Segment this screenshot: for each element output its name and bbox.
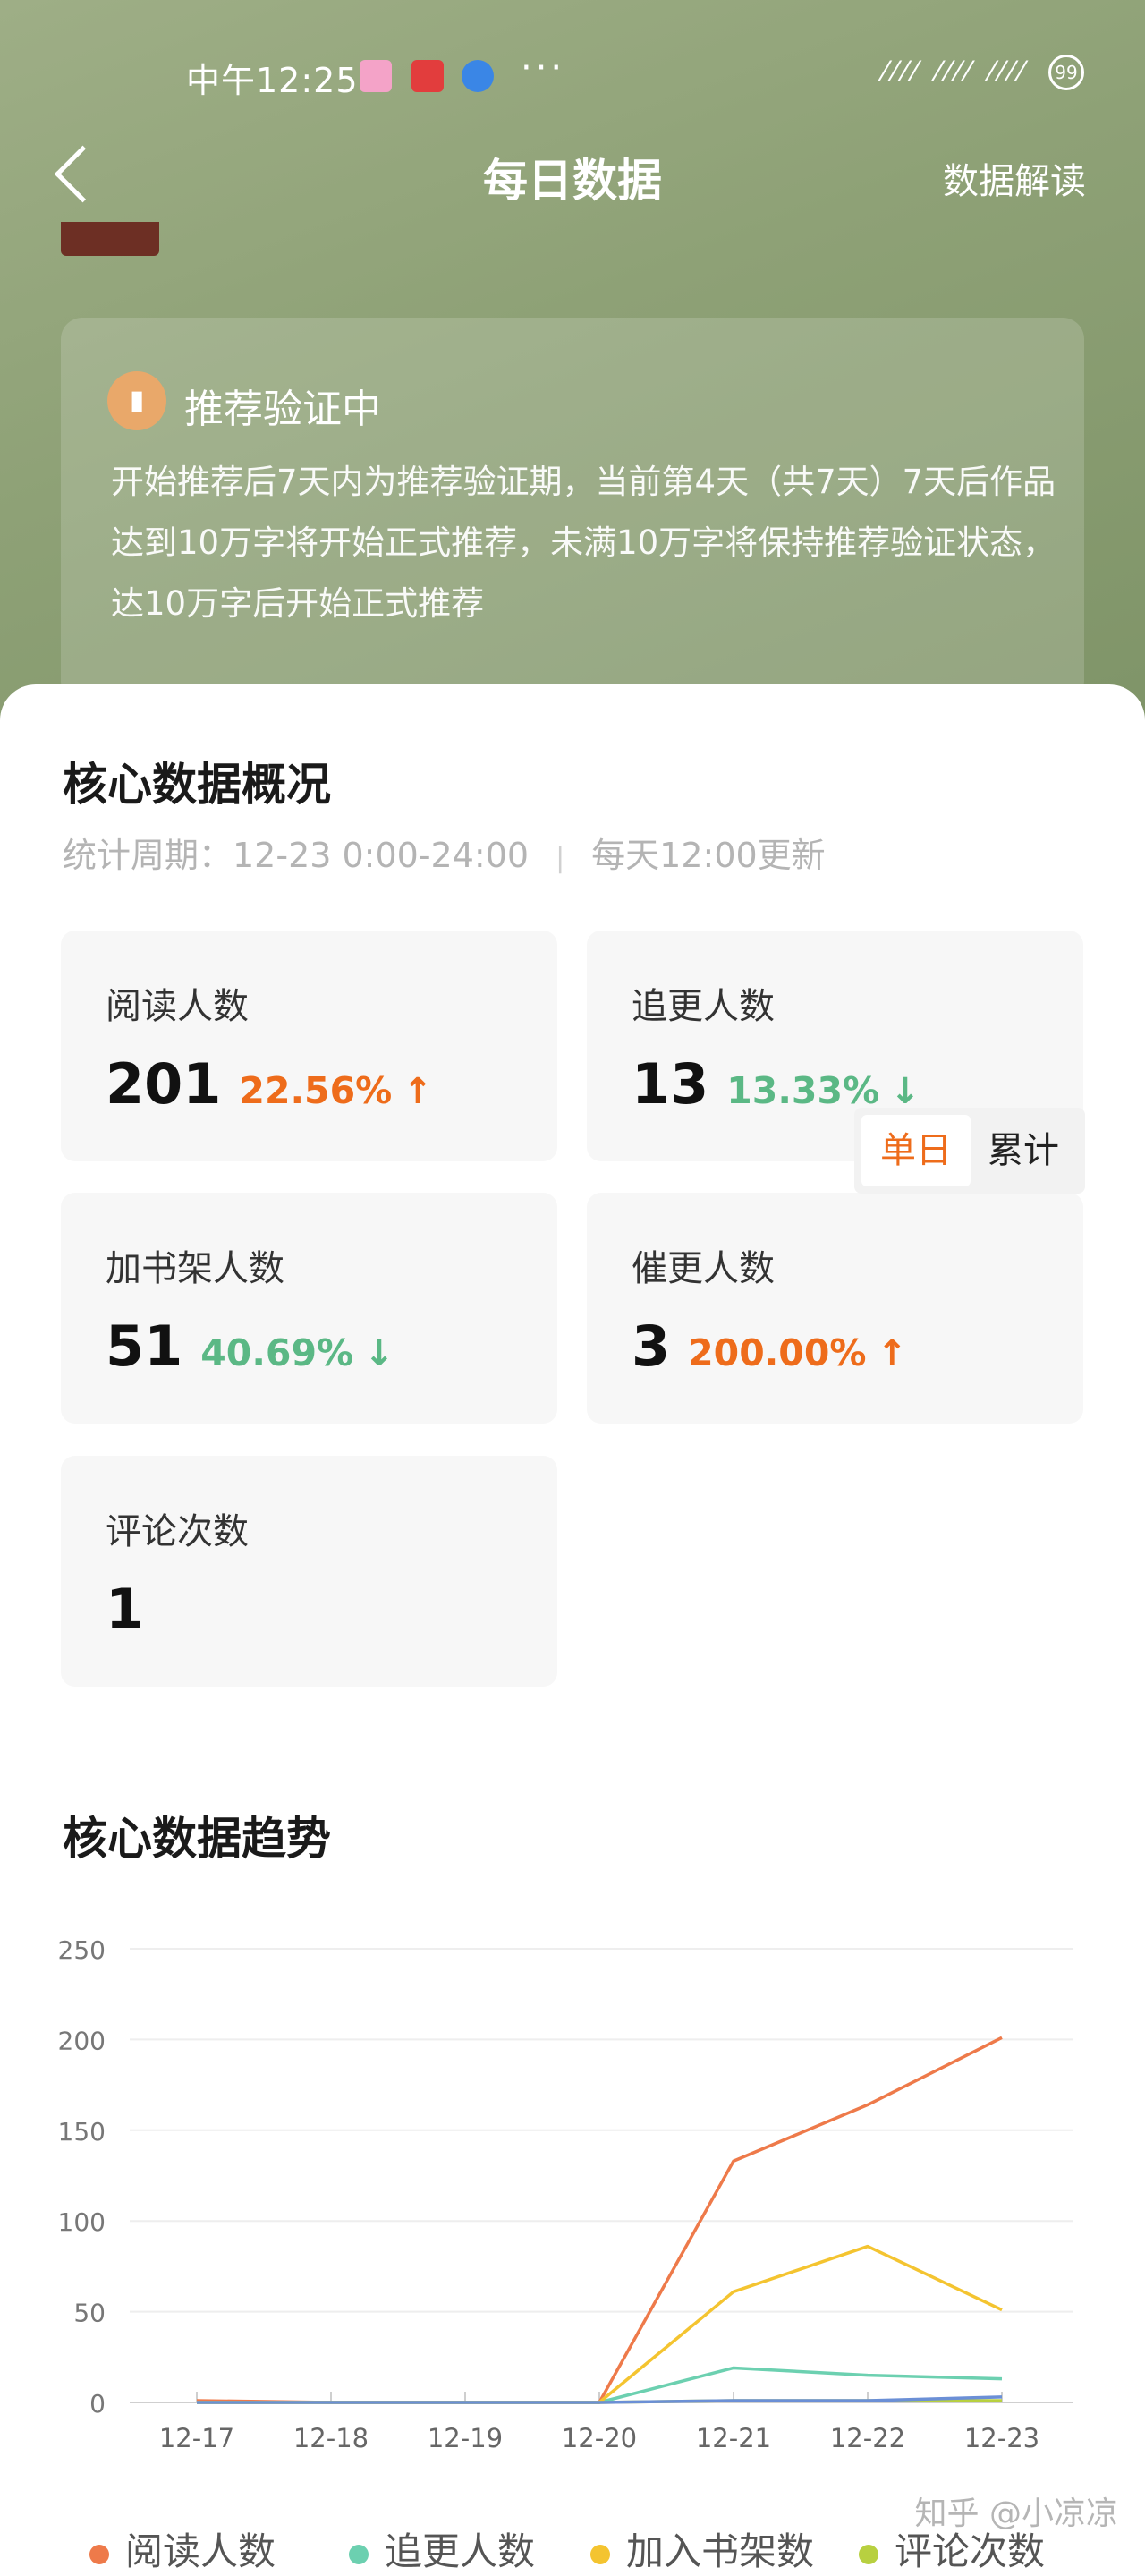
x-tick-label: 12-18 <box>293 2423 369 2453</box>
book-cover-thumbnail <box>61 222 159 256</box>
status-bar: 中午12:25 ··· ⁄⁄⁄⁄ ⁄⁄⁄⁄ ⁄⁄⁄⁄ 99 <box>0 47 1145 103</box>
legend-item[interactable]: 加入书架数 <box>590 2521 814 2576</box>
more-notifications-icon: ··· <box>521 47 566 89</box>
nav-bar: 每日数据 数据解读 <box>0 134 1145 215</box>
arrow-down-icon: ↓ <box>890 1071 920 1112</box>
x-tick-label: 12-21 <box>696 2423 771 2453</box>
app-notification-icon <box>411 60 444 92</box>
header-background: 中午12:25 ··· ⁄⁄⁄⁄ ⁄⁄⁄⁄ ⁄⁄⁄⁄ 99 每日数据 数据解读 … <box>0 0 1145 734</box>
metric-label: 阅读人数 <box>106 986 249 1027</box>
legend-label: 加入书架数 <box>626 2529 815 2573</box>
x-tick-label: 12-17 <box>159 2423 234 2453</box>
y-tick-label: 200 <box>58 2026 106 2055</box>
metric-change: 13.33% <box>726 1069 880 1112</box>
y-tick-label: 150 <box>58 2117 106 2147</box>
recommend-status-card: ▮ 推荐验证中 开始推荐后7天内为推荐验证期，当前第4天（共7天）7天后作品达到… <box>61 318 1084 702</box>
legend-label: 阅读人数 <box>125 2529 276 2573</box>
bookmark-icon: ▮ <box>107 371 166 430</box>
metric-card-readers: 阅读人数 201 22.56% ↑ <box>61 931 557 1161</box>
range-toggle: 单日 累计 <box>854 1108 1085 1194</box>
metric-row: 201 22.56% ↑ <box>106 1051 433 1117</box>
status-time: 中午12:25 <box>186 61 359 100</box>
series-line <box>197 2244 1003 2404</box>
legend-dot <box>89 2544 109 2564</box>
arrow-up-icon: ↑ <box>403 1071 433 1112</box>
metric-label: 追更人数 <box>632 986 775 1027</box>
x-tick-label: 12-19 <box>428 2423 503 2453</box>
y-tick-label: 0 <box>89 2389 106 2419</box>
core-overview-title: 核心数据概况 <box>63 759 331 811</box>
y-tick-label: 50 <box>73 2299 106 2328</box>
stat-period: 统计周期：12-23 0:00-24:00 | 每天12:00更新 <box>63 828 826 877</box>
legend-label: 评论次数 <box>895 2529 1046 2573</box>
metric-change: 22.56% <box>239 1069 393 1112</box>
legend-dot <box>859 2544 878 2564</box>
metric-value: 13 <box>632 1051 709 1117</box>
legend-item[interactable]: 阅读人数 <box>89 2521 276 2576</box>
app-notification-icon <box>462 60 494 92</box>
trend-line-chart: 0 50 100 150 200 250 12-17 12-18 12-19 12-20 12-21… <box>58 1935 1073 2453</box>
series-line <box>196 2036 1003 2404</box>
legend-dot <box>349 2544 369 2564</box>
toggle-cumulative[interactable]: 累计 <box>969 1115 1078 1186</box>
metric-row: 13 13.33% ↓ <box>632 1051 920 1117</box>
divider: | <box>556 843 565 874</box>
y-tick-label: 100 <box>58 2207 106 2237</box>
toggle-daily[interactable]: 单日 <box>861 1115 971 1186</box>
legend-item[interactable]: 追更人数 <box>349 2521 535 2576</box>
recommend-status-title: 推荐验证中 <box>184 387 381 432</box>
metric-value: 201 <box>106 1051 222 1117</box>
x-tick-label: 12-22 <box>830 2423 905 2453</box>
app-notification-icon <box>360 60 392 92</box>
x-tick-label: 12-23 <box>964 2423 1039 2453</box>
update-time-note: 每天12:00更新 <box>591 836 826 875</box>
x-tick-label: 12-20 <box>562 2423 637 2453</box>
signal-icon: ⁄⁄⁄⁄ ⁄⁄⁄⁄ ⁄⁄⁄⁄ <box>882 56 1029 88</box>
y-tick-label: 250 <box>58 1935 106 1965</box>
recommend-status-description: 开始推荐后7天内为推荐验证期，当前第4天（共7天）7天后作品达到10万字将开始正… <box>111 463 1056 623</box>
stat-period-range: 统计周期：12-23 0:00-24:00 <box>63 836 530 875</box>
legend-dot <box>590 2544 610 2564</box>
legend-label: 追更人数 <box>385 2529 536 2573</box>
battery-icon: 99 <box>1048 55 1084 90</box>
data-interpretation-link[interactable]: 数据解读 <box>943 152 1086 204</box>
legend-item[interactable]: 评论次数 <box>859 2521 1045 2576</box>
